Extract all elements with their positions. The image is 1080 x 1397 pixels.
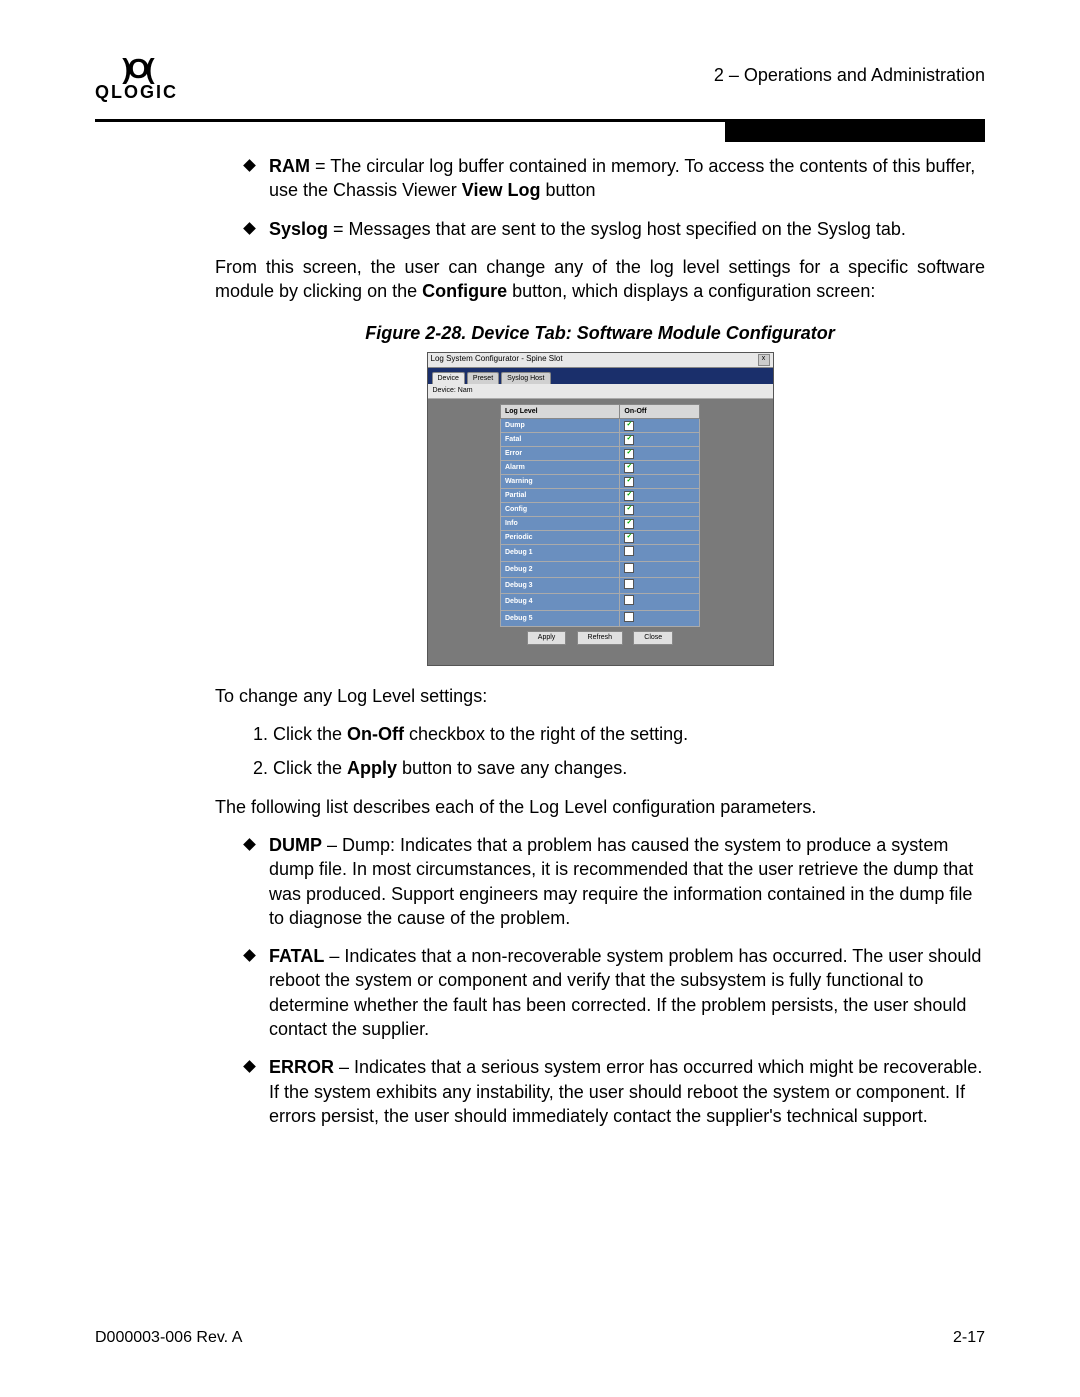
tab-preset[interactable]: Preset [467,372,499,384]
section-title: 2 – Operations and Administration [714,65,985,86]
checkbox-icon[interactable]: ✓ [624,463,634,473]
logo-text: QLOGIC [95,83,178,101]
figure-screenshot: Log System Configurator - Spine Slot x D… [427,352,774,666]
on-off-cell [620,545,700,561]
table-row: Debug 3 [500,577,699,593]
table-row: Fatal ✓ [500,433,699,447]
log-level-table: Log Level On-Off Dump ✓ Fatal ✓ Error ✓ Alarm ✓… [500,404,700,628]
params-intro: The following list describes each of the… [215,795,985,819]
log-level-label: Debug 2 [500,561,619,577]
list-item: RAM = The circular log buffer contained … [245,154,985,203]
table-row: Config ✓ [500,503,699,517]
table-row: Debug 5 [500,610,699,626]
term: RAM [269,156,310,176]
table-row: Dump ✓ [500,419,699,433]
checkbox-icon[interactable]: ✓ [624,435,634,445]
on-off-cell: ✓ [620,447,700,461]
table-row: Periodic ✓ [500,531,699,545]
col-on-off: On-Off [620,404,700,418]
apply-button[interactable]: Apply [527,631,567,644]
checkbox-icon[interactable]: ✓ [624,491,634,501]
log-level-label: Alarm [500,461,619,475]
on-off-cell [620,610,700,626]
on-off-cell [620,594,700,610]
on-off-cell: ✓ [620,475,700,489]
logo-glyph-icon: )O( [95,55,178,83]
footer-page-number: 2-17 [953,1329,985,1347]
window-titlebar: Log System Configurator - Spine Slot x [428,353,773,368]
on-off-cell: ✓ [620,517,700,531]
log-level-label: Fatal [500,433,619,447]
on-off-cell: ✓ [620,433,700,447]
figure-button-row: Apply Refresh Close [428,631,773,644]
table-row: Error ✓ [500,447,699,461]
log-level-label: Debug 5 [500,610,619,626]
checkbox-icon[interactable]: ✓ [624,449,634,459]
page-header: )O( QLOGIC 2 – Operations and Administra… [95,55,985,101]
window-title: Log System Configurator - Spine Slot [431,354,563,366]
log-level-label: Partial [500,489,619,503]
table-row: Warning ✓ [500,475,699,489]
close-icon[interactable]: x [758,354,770,366]
on-off-cell [620,561,700,577]
table-row: Debug 1 [500,545,699,561]
step-item: Click the On-Off checkbox to the right o… [273,722,985,746]
close-button[interactable]: Close [633,631,673,644]
table-row: Info ✓ [500,517,699,531]
checkbox-icon[interactable] [624,579,634,589]
on-off-cell: ✓ [620,531,700,545]
steps-list: Click the On-Off checkbox to the right o… [215,722,985,781]
on-off-cell: ✓ [620,461,700,475]
checkbox-icon[interactable] [624,563,634,573]
list-item: DUMP – Dump: Indicates that a problem ha… [245,833,985,930]
on-off-cell: ✓ [620,489,700,503]
device-subheader: Device: Nam [428,384,773,398]
col-log-level: Log Level [500,404,619,418]
log-level-label: Debug 1 [500,545,619,561]
refresh-button[interactable]: Refresh [577,631,624,644]
on-off-cell [620,577,700,593]
term: Syslog [269,219,328,239]
checkbox-icon[interactable] [624,595,634,605]
footer-doc-id: D000003-006 Rev. A [95,1329,242,1347]
table-row: Alarm ✓ [500,461,699,475]
header-black-bar [725,122,985,142]
log-level-label: Debug 3 [500,577,619,593]
checkbox-icon[interactable]: ✓ [624,505,634,515]
list-item: ERROR – Indicates that a serious system … [245,1055,985,1128]
log-level-label: Dump [500,419,619,433]
tab-syslog-host[interactable]: Syslog Host [501,372,550,384]
steps-intro: To change any Log Level settings: [215,684,985,708]
table-row: Partial ✓ [500,489,699,503]
tab-device[interactable]: Device [432,372,465,384]
log-level-label: Periodic [500,531,619,545]
figure-caption: Figure 2-28. Device Tab: Software Module… [215,321,985,345]
on-off-cell: ✓ [620,503,700,517]
checkbox-icon[interactable]: ✓ [624,519,634,529]
checkbox-icon[interactable]: ✓ [624,477,634,487]
log-level-label: Config [500,503,619,517]
log-level-label: Error [500,447,619,461]
checkbox-icon[interactable] [624,546,634,556]
definition-list: RAM = The circular log buffer contained … [245,154,985,241]
table-row: Debug 4 [500,594,699,610]
checkbox-icon[interactable] [624,612,634,622]
intro-paragraph: From this screen, the user can change an… [215,255,985,304]
checkbox-icon[interactable]: ✓ [624,533,634,543]
on-off-cell: ✓ [620,419,700,433]
table-row: Debug 2 [500,561,699,577]
body-content: RAM = The circular log buffer contained … [215,154,985,1128]
log-level-label: Warning [500,475,619,489]
list-item: FATAL – Indicates that a non-recoverable… [245,944,985,1041]
page-footer: D000003-006 Rev. A 2-17 [95,1329,985,1347]
log-level-label: Debug 4 [500,594,619,610]
list-item: Syslog = Messages that are sent to the s… [245,217,985,241]
params-list: DUMP – Dump: Indicates that a problem ha… [245,833,985,1128]
brand-logo: )O( QLOGIC [95,55,178,101]
log-level-label: Info [500,517,619,531]
step-item: Click the Apply button to save any chang… [273,756,985,780]
tab-strip: Device Preset Syslog Host [428,368,773,384]
checkbox-icon[interactable]: ✓ [624,421,634,431]
page: )O( QLOGIC 2 – Operations and Administra… [0,0,1080,1397]
